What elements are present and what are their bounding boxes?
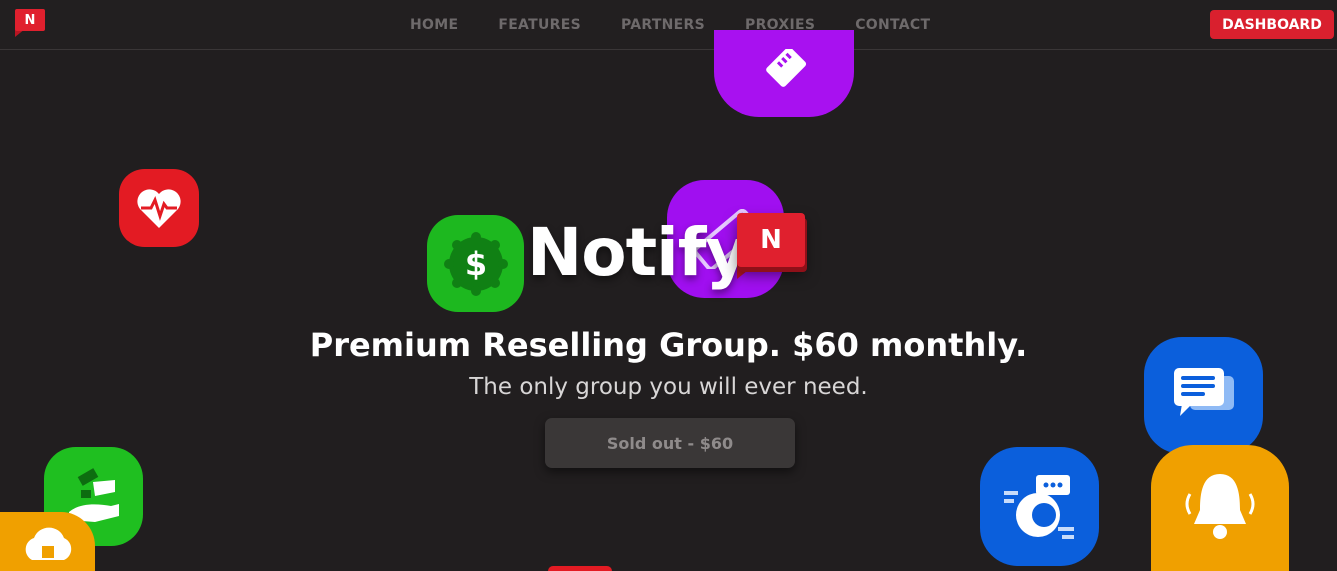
support-chat-icon	[980, 447, 1099, 566]
logo-letter: N	[15, 9, 45, 31]
svg-text:$: $	[464, 245, 486, 283]
nav-menu: HOME FEATURES PARTNERS PROXIES CONTACT	[390, 0, 950, 50]
cloud-chip-icon	[0, 512, 95, 571]
nav-partners[interactable]: PARTNERS	[621, 17, 705, 33]
sold-out-button[interactable]: Sold out - $60	[545, 418, 795, 468]
brand-badge-icon: N	[737, 213, 807, 281]
dashboard-button[interactable]: DASHBOARD	[1210, 10, 1334, 39]
brand-badge-letter: N	[737, 213, 805, 267]
dollar-badge-icon: $	[427, 215, 524, 312]
brand-wordmark: Notify	[527, 214, 748, 291]
top-navbar: N HOME FEATURES PARTNERS PROXIES CONTACT…	[0, 0, 1337, 50]
hero-subline: The only group you will ever need.	[469, 374, 868, 400]
red-app-edge	[548, 566, 612, 571]
heart-pulse-icon	[119, 169, 199, 247]
bell-icon	[1151, 445, 1289, 571]
notify-logo[interactable]: N	[15, 9, 45, 37]
nav-home[interactable]: HOME	[410, 17, 458, 33]
hero-headline: Premium Reselling Group. $60 monthly.	[309, 326, 1028, 364]
nav-features[interactable]: FEATURES	[498, 17, 581, 33]
purple-ticket-icon	[714, 30, 854, 117]
nav-contact[interactable]: CONTACT	[855, 17, 930, 33]
